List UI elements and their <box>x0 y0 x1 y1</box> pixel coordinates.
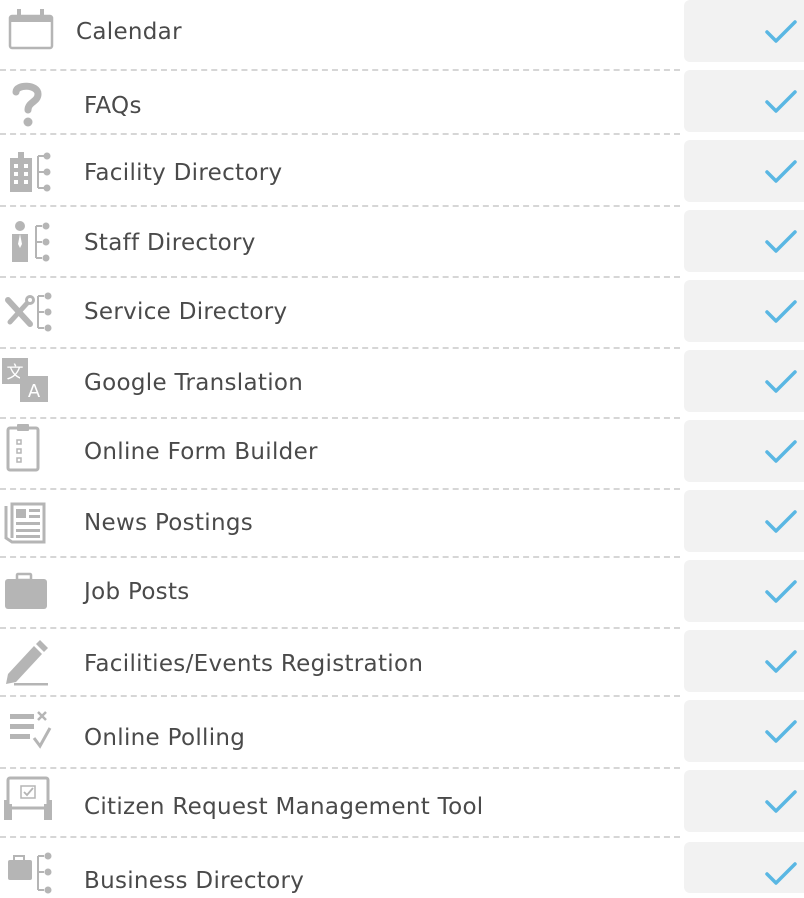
check-icon <box>765 440 797 463</box>
row-divider <box>0 627 680 629</box>
check-cell-online-polling <box>684 700 804 762</box>
svg-text:A: A <box>28 381 41 402</box>
check-icon <box>765 510 797 533</box>
row-divider <box>0 133 680 135</box>
row-divider <box>0 417 680 419</box>
check-cell-faqs <box>684 70 804 132</box>
newspaper-icon <box>0 498 60 546</box>
check-cell-service-directory <box>684 280 804 342</box>
business-directory-icon <box>0 850 60 898</box>
staff-directory-icon <box>0 218 60 266</box>
row-divider <box>0 695 680 697</box>
check-cell-job-posts <box>684 560 804 622</box>
feature-label: Citizen Request Management Tool <box>84 794 484 820</box>
building-directory-icon <box>0 148 60 196</box>
row-divider <box>0 767 680 769</box>
feature-label: Online Polling <box>84 725 246 751</box>
check-icon <box>765 370 797 393</box>
check-cell-google-translation <box>684 350 804 412</box>
check-icon <box>765 790 797 813</box>
feature-label: Job Posts <box>84 579 190 605</box>
check-cell-facility-directory <box>684 140 804 202</box>
row-divider <box>0 276 680 278</box>
check-cell-citizen-request-management-tool <box>684 770 804 832</box>
briefcase-icon <box>0 570 60 618</box>
feature-label: Online Form Builder <box>84 439 318 465</box>
feature-label: Service Directory <box>84 299 288 325</box>
check-cell-staff-directory <box>684 210 804 272</box>
row-divider <box>0 836 680 838</box>
clipboard-icon <box>0 422 60 472</box>
check-icon <box>765 580 797 603</box>
feature-list: Calendar FAQs Facility Directory Staff D… <box>0 0 804 894</box>
tools-directory-icon <box>0 288 60 336</box>
feature-label: Google Translation <box>84 370 304 396</box>
feature-label: News Postings <box>84 510 254 536</box>
translate-icon: 文 A <box>0 356 60 404</box>
row-divider <box>0 556 680 558</box>
check-cell-news-postings <box>684 490 804 552</box>
check-cell-online-form-builder <box>684 420 804 482</box>
check-cell-business-directory <box>684 842 804 893</box>
feature-label: Calendar <box>76 19 182 45</box>
poll-icon <box>0 708 60 756</box>
feature-label: Facilities/Events Registration <box>84 651 424 677</box>
feature-label: Facility Directory <box>84 160 283 186</box>
feature-label: Staff Directory <box>84 230 256 256</box>
feature-label: FAQs <box>84 93 142 119</box>
check-icon <box>765 20 797 43</box>
calendar-icon <box>0 6 60 54</box>
check-icon <box>765 160 797 183</box>
row-divider <box>0 347 680 349</box>
question-icon <box>0 80 60 128</box>
check-cell-facilities-events-registration <box>684 630 804 692</box>
check-icon <box>765 862 797 885</box>
feature-label: Business Directory <box>84 868 305 894</box>
check-cell-calendar <box>684 0 804 62</box>
check-icon <box>765 230 797 253</box>
request-board-icon <box>0 774 60 824</box>
pencil-icon <box>0 636 60 686</box>
check-icon <box>765 90 797 113</box>
check-icon <box>765 720 797 743</box>
check-icon <box>765 650 797 673</box>
check-icon <box>765 300 797 323</box>
row-divider <box>0 205 680 207</box>
